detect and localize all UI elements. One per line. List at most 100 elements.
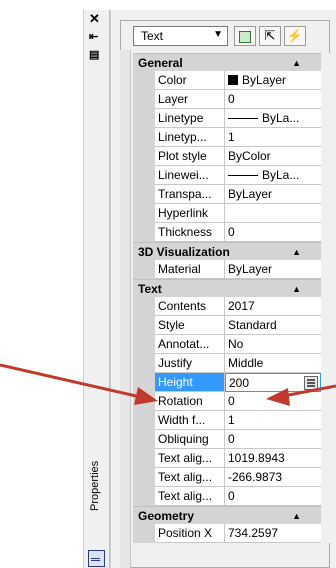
- property-row[interactable]: Obliquing 0: [133, 430, 321, 449]
- quick-select-icon: ⚡: [286, 28, 304, 43]
- property-value-text: Standard: [228, 318, 277, 332]
- property-row[interactable]: Position X 734.2597: [133, 524, 321, 543]
- row-indent: [133, 147, 155, 166]
- property-value-text: ByLayer: [228, 187, 273, 201]
- chevron-down-icon: ▼: [213, 29, 223, 40]
- row-indent: [133, 524, 155, 543]
- row-indent: [133, 430, 155, 449]
- property-row[interactable]: Linetyp... 1: [133, 128, 321, 147]
- property-value-text: 1: [228, 413, 235, 427]
- property-value[interactable]: 0: [225, 430, 321, 449]
- property-value[interactable]: Middle: [225, 354, 321, 373]
- category-text[interactable]: Text ▲: [133, 279, 321, 297]
- row-indent: [133, 468, 155, 487]
- quick-select-button[interactable]: ⚡: [284, 26, 306, 46]
- property-value-text: ByLayer: [242, 73, 287, 87]
- property-value[interactable]: 1019.8943: [225, 449, 321, 468]
- property-row[interactable]: Hyperlink: [133, 204, 321, 223]
- property-value[interactable]: ByLayer: [225, 185, 321, 204]
- property-row[interactable]: Plot style ByColor: [133, 147, 321, 166]
- collapse-icon[interactable]: ▲: [292, 243, 301, 261]
- property-value[interactable]: [225, 204, 321, 223]
- property-row[interactable]: Layer 0: [133, 90, 321, 109]
- properties-label: Properties: [89, 460, 101, 511]
- property-value[interactable]: ByLa...: [225, 166, 321, 185]
- property-value[interactable]: 0: [225, 487, 321, 506]
- category-title: Geometry: [138, 509, 195, 523]
- property-name: Contents: [155, 297, 225, 316]
- category-title: General: [138, 56, 183, 70]
- property-name: Height: [155, 373, 225, 392]
- property-value[interactable]: ByLayer: [225, 71, 321, 90]
- auto-hide-icon[interactable]: ⇤: [89, 30, 98, 44]
- category-general[interactable]: General ▲: [133, 53, 321, 71]
- property-value[interactable]: Standard: [225, 316, 321, 335]
- category-geometry[interactable]: Geometry ▲: [133, 506, 321, 524]
- property-name: Text alig...: [155, 468, 225, 487]
- property-value-text: ByColor: [228, 149, 271, 163]
- toggle-pickadd-button[interactable]: [234, 26, 256, 46]
- close-icon[interactable]: ✕: [89, 12, 100, 26]
- property-value[interactable]: ByColor: [225, 147, 321, 166]
- property-value[interactable]: 1: [225, 411, 321, 430]
- property-value-text: ByLa...: [262, 111, 300, 125]
- left-scrollbar[interactable]: [120, 50, 131, 568]
- select-cursor-icon: ⇱: [264, 28, 276, 43]
- property-row[interactable]: Linetype ByLa...: [133, 109, 321, 128]
- object-type-select[interactable]: Text ▼: [133, 26, 228, 46]
- row-indent: [133, 128, 155, 147]
- properties-menu-icon[interactable]: ▤: [89, 48, 99, 62]
- right-scrollbar[interactable]: [321, 53, 330, 543]
- property-name: Linewei...: [155, 166, 225, 185]
- property-row[interactable]: Color ByLayer: [133, 71, 321, 90]
- category-3d-visualization[interactable]: 3D Visualization ▲: [133, 242, 321, 260]
- annotation-arrow-left: [0, 363, 158, 405]
- property-row[interactable]: Style Standard: [133, 316, 321, 335]
- row-indent: [133, 166, 155, 185]
- property-name: Linetype: [155, 109, 225, 128]
- property-name: Justify: [155, 354, 225, 373]
- row-indent: [133, 449, 155, 468]
- property-value-text: 734.2597: [228, 526, 279, 540]
- property-value-text: 1: [228, 130, 235, 144]
- property-value[interactable]: 0: [225, 223, 321, 242]
- property-value[interactable]: 1: [225, 128, 321, 147]
- property-value[interactable]: 0: [225, 90, 321, 109]
- property-value[interactable]: 2017: [225, 297, 321, 316]
- property-grid: General ▲ Color ByLayer Layer 0 Linetype ByLa..…: [133, 53, 321, 543]
- property-row[interactable]: Contents 2017: [133, 297, 321, 316]
- select-objects-button[interactable]: ⇱: [259, 26, 281, 46]
- linetype-preview-icon: [228, 175, 258, 176]
- property-value[interactable]: -266.9873: [225, 468, 321, 487]
- property-value[interactable]: ByLa...: [225, 109, 321, 128]
- collapse-icon[interactable]: ▲: [292, 54, 301, 72]
- property-name: Style: [155, 316, 225, 335]
- property-value[interactable]: No: [225, 335, 321, 354]
- property-value[interactable]: 734.2597: [225, 524, 321, 543]
- property-value-text: 1019.8943: [228, 451, 285, 465]
- property-row[interactable]: Text alig... 1019.8943: [133, 449, 321, 468]
- row-indent: [133, 204, 155, 223]
- property-row[interactable]: Justify Middle: [133, 354, 321, 373]
- property-row[interactable]: Material ByLayer: [133, 260, 321, 279]
- property-name: Linetyp...: [155, 128, 225, 147]
- property-value-text: 0: [228, 489, 235, 503]
- row-indent: [133, 71, 155, 90]
- property-row[interactable]: Transpa... ByLayer: [133, 185, 321, 204]
- property-value[interactable]: ByLayer: [225, 260, 321, 279]
- collapse-icon[interactable]: ▲: [292, 280, 301, 298]
- property-row[interactable]: Thickness 0: [133, 223, 321, 242]
- property-row[interactable]: Text alig... 0: [133, 487, 321, 506]
- property-row[interactable]: Width f... 1: [133, 411, 321, 430]
- property-row[interactable]: Annotat... No: [133, 335, 321, 354]
- row-indent: [133, 297, 155, 316]
- row-indent: [133, 316, 155, 335]
- property-row[interactable]: Linewei... ByLa...: [133, 166, 321, 185]
- property-row[interactable]: Text alig... -266.9873: [133, 468, 321, 487]
- row-indent: [133, 90, 155, 109]
- property-value-text: 0: [228, 432, 235, 446]
- palette-settings-icon[interactable]: [88, 550, 105, 567]
- collapse-icon[interactable]: ▲: [292, 507, 301, 525]
- row-indent: [133, 487, 155, 506]
- row-indent: [133, 260, 155, 279]
